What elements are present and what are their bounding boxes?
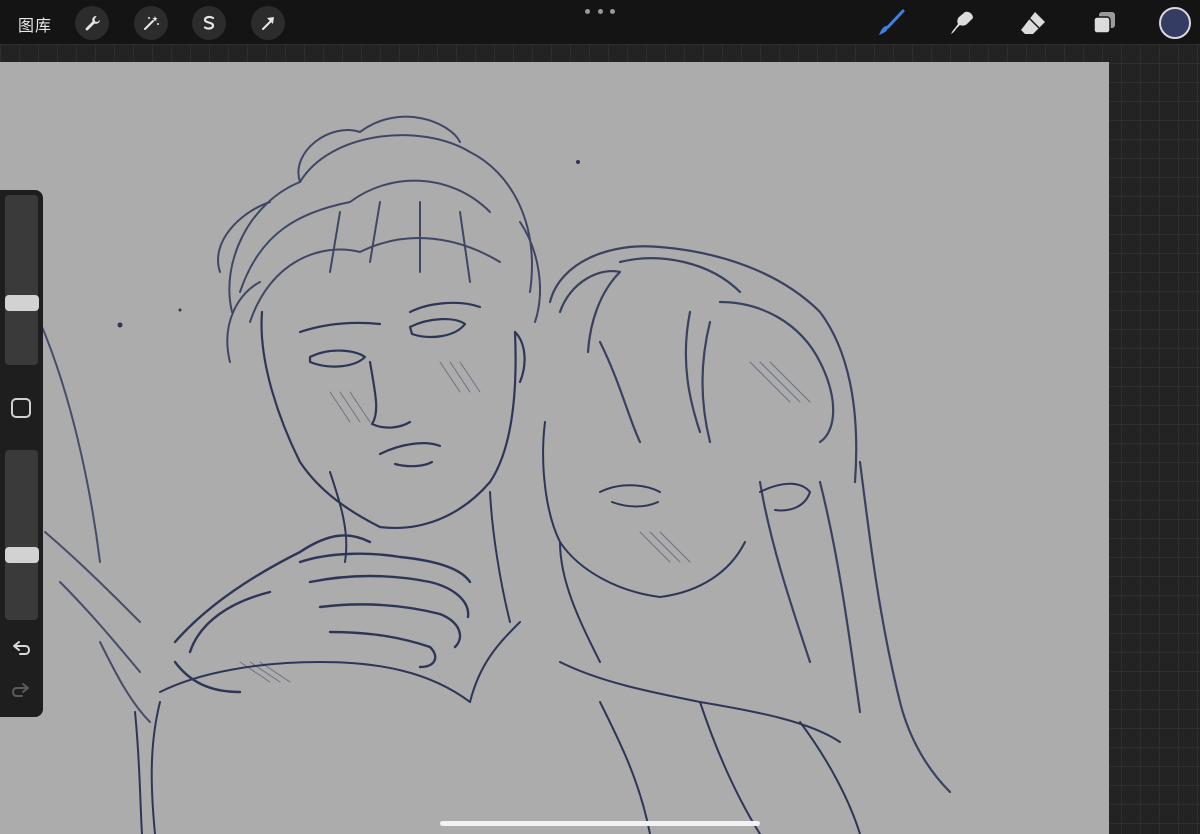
layers-icon	[1093, 12, 1115, 34]
color-picker-button[interactable]	[1159, 7, 1191, 39]
sketch-artwork	[39, 115, 952, 834]
transform-button[interactable]	[251, 6, 285, 40]
smudge-icon	[951, 11, 973, 34]
modify-button[interactable]	[11, 398, 31, 418]
adjustments-button[interactable]	[134, 6, 168, 40]
undo-icon	[13, 641, 31, 655]
actions-button[interactable]	[75, 6, 109, 40]
more-options-icon[interactable]	[585, 4, 615, 18]
brush-size-thumb[interactable]	[5, 295, 39, 312]
eraser-icon	[1021, 12, 1045, 34]
drawing-canvas[interactable]	[0, 62, 1109, 834]
brush-opacity-slider[interactable]	[5, 450, 39, 620]
redo-button[interactable]	[8, 680, 34, 702]
layers-button[interactable]	[1087, 6, 1121, 40]
eraser-tool-button[interactable]	[1016, 6, 1050, 40]
brush-tool-button[interactable]	[874, 6, 908, 40]
home-indicator[interactable]	[440, 821, 760, 826]
wrench-icon	[85, 16, 100, 31]
redo-icon	[11, 683, 29, 697]
gallery-button[interactable]: 图库	[18, 12, 52, 36]
selection-button[interactable]	[192, 6, 226, 40]
transform-arrow-icon	[262, 17, 274, 30]
brush-size-slider[interactable]	[5, 195, 39, 365]
magic-wand-icon	[144, 16, 159, 30]
brush-icon	[879, 9, 905, 35]
selection-icon	[203, 15, 215, 30]
brush-opacity-thumb[interactable]	[5, 547, 39, 564]
undo-button[interactable]	[8, 638, 34, 660]
smudge-tool-button[interactable]	[945, 6, 979, 40]
top-toolbar: 图库	[0, 0, 1200, 44]
left-sidebar	[0, 190, 43, 717]
